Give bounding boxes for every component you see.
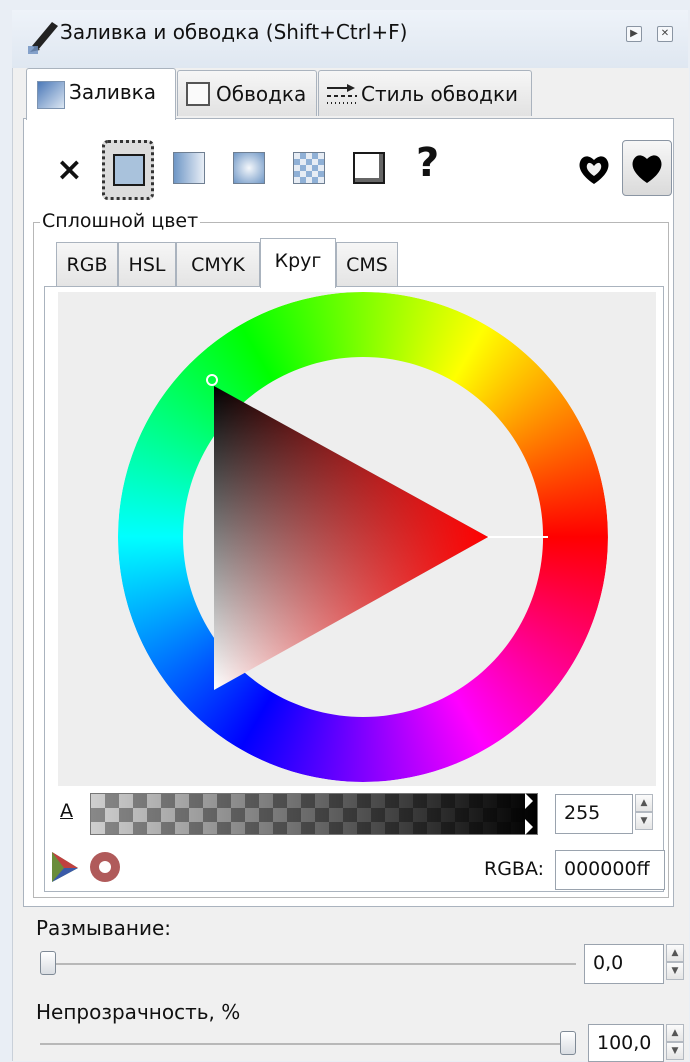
blur-value-field[interactable]: 0,0 (584, 944, 664, 984)
flat-color-icon (113, 154, 145, 186)
alpha-value-field[interactable]: 255 (555, 794, 633, 834)
opacity-slider-thumb[interactable] (560, 1031, 576, 1055)
color-marker[interactable] (206, 374, 218, 386)
window-title: Заливка и обводка (Shift+Ctrl+F) (60, 20, 408, 44)
spin-up-icon[interactable]: ▲ (635, 794, 653, 812)
nonzero-icon (632, 155, 662, 183)
color-managed-icon[interactable] (48, 850, 82, 884)
opacity-label: Непрозрачность, % (36, 1000, 241, 1024)
spin-down-icon[interactable]: ▼ (666, 1042, 684, 1060)
tab-cms[interactable]: CMS (336, 242, 398, 286)
opacity-spinner[interactable]: ▲ ▼ (666, 1024, 684, 1062)
fill-icon (37, 81, 65, 109)
spin-up-icon[interactable]: ▲ (666, 1024, 684, 1042)
close-button[interactable]: ✕ (657, 26, 673, 42)
swatch-button[interactable] (344, 140, 396, 200)
tab-wheel[interactable]: Круг (260, 238, 336, 288)
fill-stroke-icon (28, 22, 58, 54)
color-picker-icon[interactable] (88, 850, 122, 884)
tab-stroke-style-label: Стиль обводки (361, 82, 519, 106)
stroke-paint-icon (186, 82, 210, 106)
rgba-field[interactable]: 000000ff (555, 850, 665, 890)
spin-down-icon[interactable]: ▼ (666, 962, 684, 980)
nonzero-button[interactable] (622, 140, 672, 196)
linear-gradient-icon (173, 152, 205, 184)
radial-gradient-icon (233, 152, 265, 184)
evenodd-icon[interactable] (576, 152, 612, 188)
spin-up-icon[interactable]: ▲ (666, 944, 684, 962)
blur-label: Размывание: (36, 916, 171, 940)
alpha-slider[interactable] (90, 793, 538, 835)
tab-fill-label: Заливка (69, 80, 156, 104)
linear-gradient-button[interactable] (164, 140, 216, 200)
swatch-icon (353, 152, 385, 184)
tab-stroke-style[interactable]: Стиль обводки (318, 70, 532, 116)
spin-down-icon[interactable]: ▼ (635, 812, 653, 830)
tab-stroke-paint[interactable]: Обводка (177, 70, 317, 116)
pattern-icon (293, 152, 325, 184)
opacity-value-field[interactable]: 100,0 (588, 1024, 664, 1062)
color-wheel[interactable] (58, 292, 656, 786)
tab-cmyk[interactable]: CMYK (176, 242, 260, 286)
alpha-spinner[interactable]: ▲ ▼ (635, 794, 653, 832)
tab-fill[interactable]: Заливка (26, 68, 176, 120)
rgba-label: RGBA: (484, 858, 545, 880)
unset-paint-button[interactable]: ? (416, 140, 439, 186)
stroke-style-icon (327, 84, 357, 104)
alpha-slider-handle[interactable] (524, 793, 538, 835)
tab-hsl[interactable]: HSL (118, 242, 176, 286)
tab-stroke-paint-label: Обводка (216, 82, 307, 106)
flat-color-button[interactable] (102, 140, 154, 200)
sv-triangle[interactable] (214, 386, 488, 690)
solid-color-label: Сплошной цвет (40, 210, 201, 232)
blur-spinner[interactable]: ▲ ▼ (666, 944, 684, 982)
no-paint-button[interactable]: × (56, 150, 83, 188)
opacity-slider-track[interactable] (40, 1043, 576, 1045)
expand-button[interactable]: ▶ (626, 26, 642, 42)
blur-slider-thumb[interactable] (40, 951, 56, 975)
blur-slider-track[interactable] (40, 963, 576, 965)
alpha-label: А (60, 800, 73, 822)
pattern-button[interactable] (284, 140, 336, 200)
tab-rgb[interactable]: RGB (56, 242, 118, 286)
radial-gradient-button[interactable] (224, 140, 276, 200)
